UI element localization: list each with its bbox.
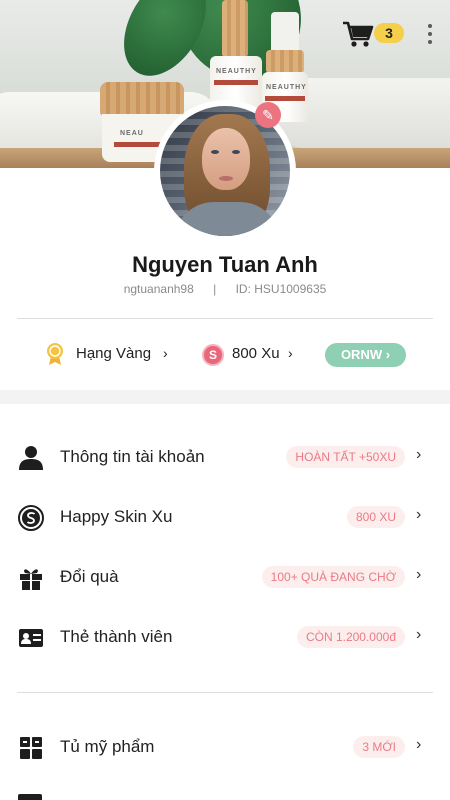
stats-row: Hạng Vàng › S 800 Xu › ORNW › [0, 336, 450, 372]
status-badge: CÒN 1.200.000đ [296, 626, 405, 648]
profile-meta: ngtuananh98 | ID: HSU1009635 [0, 282, 450, 296]
section-gap [0, 390, 450, 404]
chevron-right-icon: › [416, 506, 422, 523]
menu-label: Happy Skin Xu [60, 507, 173, 526]
serum-bottle: NEAUTHY [210, 0, 262, 110]
menu-item-redeem-gift[interactable]: Đổi quà 100+ QUÀ ĐANG CHỜ › [0, 548, 450, 608]
menu-item-account-info[interactable]: Thông tin tài khoản HOÀN TẤT +50XU › [0, 428, 450, 488]
more-options-icon[interactable] [420, 21, 440, 47]
coin-icon [18, 505, 44, 531]
xu-balance-label: 800 Xu [232, 345, 280, 362]
user-id: ID: HSU1009635 [235, 282, 327, 296]
username: ngtuananh98 [123, 282, 194, 296]
status-badge: 800 XU [346, 506, 405, 528]
product-brand-text: NEAU [120, 130, 144, 137]
menu-label: Đổi quà [60, 567, 119, 586]
status-badge: 3 MỚI [353, 736, 405, 758]
chevron-right-icon: › [288, 345, 293, 361]
xu-coin-icon: S [202, 344, 224, 366]
menu-label: Tủ mỹ phẩm [60, 737, 155, 756]
gift-icon [20, 569, 42, 590]
ornw-code-button[interactable]: ORNW › [325, 343, 406, 367]
status-badge: 100+ QUÀ ĐANG CHỜ [261, 566, 405, 588]
medal-icon [47, 343, 63, 365]
chevron-right-icon: › [416, 566, 422, 583]
product-brand-text: NEAUTHY [266, 84, 307, 91]
person-icon [19, 446, 43, 470]
status-badge: HOÀN TẤT +50XU [286, 446, 405, 468]
menu-label: Thẻ thành viên [60, 627, 173, 646]
chevron-right-icon: › [163, 345, 168, 361]
edit-avatar-icon[interactable]: ✎ [255, 102, 281, 128]
profile-name: Nguyen Tuan Anh [132, 252, 318, 277]
menu-label: Thông tin tài khoản [60, 447, 205, 466]
chevron-right-icon: › [416, 736, 422, 753]
cart-count-badge: 3 [374, 23, 404, 43]
menu-item-member-card[interactable]: Thẻ thành viên CÒN 1.200.000đ › [0, 608, 450, 668]
divider [17, 318, 433, 319]
menu-item-cosmetic-cabinet[interactable]: Tủ mỹ phẩm 3 MỚI › [0, 718, 450, 778]
divider [17, 692, 433, 693]
chevron-right-icon: › [416, 626, 422, 643]
cart-icon [343, 21, 374, 47]
rank-label: Hạng Vàng [76, 345, 152, 362]
cabinet-icon [20, 737, 42, 759]
meta-separator: | [213, 282, 217, 296]
product-brand-text: NEAUTHY [216, 68, 257, 75]
menu-item-happy-skin-xu[interactable]: Happy Skin Xu 800 XU › [0, 488, 450, 548]
cart-button[interactable] [342, 20, 374, 48]
next-menu-item-icon [18, 794, 42, 800]
member-card-icon [19, 629, 43, 647]
chevron-right-icon: › [416, 446, 422, 463]
